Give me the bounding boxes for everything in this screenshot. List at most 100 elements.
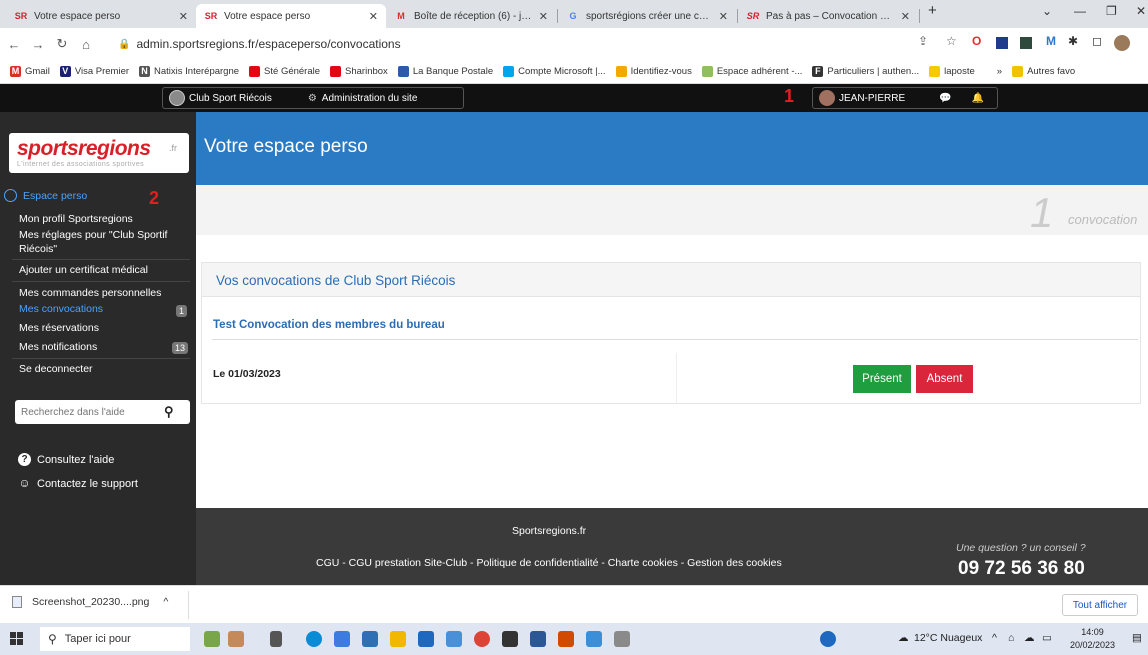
sidebar-item-deconnexion[interactable]: Se deconnecter [19,363,93,375]
bookmark-item[interactable]: Compte Microsoft |... [503,66,606,77]
extensions-puzzle-icon[interactable]: ✱ [1068,34,1078,48]
notification-center-icon[interactable]: ▤ [1132,632,1142,644]
sidebar-item-commandes[interactable]: Mes commandes personnelles [19,287,161,299]
help-link[interactable]: ? Consultez l'aide [18,453,114,466]
mail-icon[interactable] [418,631,434,647]
browser-tab[interactable]: M Boîte de réception (6) - jpzannin ✕ [386,4,556,28]
taskbar-clock[interactable]: 14:09 20/02/2023 [1070,626,1115,652]
share-icon[interactable]: ⇪ [918,34,928,48]
sportsregions-logo[interactable]: sportsregions .fr L'internet des associa… [9,133,189,173]
side-panel-icon[interactable]: ◻ [1092,34,1102,48]
browser-tab[interactable]: G sportsrégions créer une convocat ✕ [558,4,736,28]
bookmark-item[interactable]: La Banque Postale [397,66,493,77]
browser-tab[interactable]: SR Votre espace perso ✕ [6,4,196,28]
bookmark-item[interactable]: Sté Générale [249,66,320,77]
back-icon[interactable]: ← [4,37,24,52]
profile-avatar-icon[interactable] [1114,35,1130,51]
task-view-icon[interactable] [270,631,282,647]
app-icon[interactable] [614,631,630,647]
tray-chevron-up-icon[interactable]: ^ [992,632,997,644]
app-icon[interactable] [530,631,546,647]
photos-icon[interactable] [586,631,602,647]
home-icon[interactable]: ⌂ [76,37,96,52]
help-search-input[interactable] [15,406,160,418]
app-icon[interactable] [334,631,350,647]
minimize-icon[interactable]: — [1074,4,1086,18]
convocation-title[interactable]: Test Convocation des membres du bureau [213,319,445,331]
extension-icon[interactable] [1020,37,1032,49]
sidebar-item-profil[interactable]: Mon profil Sportsregions [19,213,133,225]
site-admin-link[interactable]: ⚙ Administration du site [302,93,418,104]
windows-start-icon[interactable] [10,632,24,646]
sidebar-item-certificat[interactable]: Ajouter un certificat médical [19,264,148,276]
present-button[interactable]: Présent [853,365,911,393]
bookmark-item[interactable]: Sharinbox [330,66,388,77]
network-icon[interactable]: ⌂ [1008,632,1014,644]
weather-text[interactable]: 12°C Nuageux [914,632,982,644]
other-bookmarks-folder[interactable]: Autres favo [1012,66,1075,77]
footer-brand[interactable]: Sportsregions.fr [512,525,586,537]
app-icon[interactable] [228,631,244,647]
sidebar-item-reservations[interactable]: Mes réservations [19,322,99,334]
bookmarks-overflow-button[interactable]: » [997,66,1002,77]
url-bar[interactable]: 🔒 admin.sportsregions.fr/espaceperso/con… [110,32,900,56]
file-explorer-icon[interactable] [390,631,406,647]
chrome-icon[interactable] [474,631,490,647]
calculator-icon[interactable] [362,631,378,647]
browser-tab[interactable]: SR Pas à pas – Convocation à un év ✕ [738,4,918,28]
footer-links[interactable]: CGU - CGU prestation Site-Club - Politiq… [316,557,782,569]
show-all-downloads-button[interactable]: Tout afficher [1062,594,1138,616]
battery-icon[interactable]: ▭ [1042,632,1052,644]
terminal-icon[interactable] [502,631,518,647]
site-logo-area: sportsregions .fr L'internet des associa… [0,112,196,185]
chat-icon[interactable]: 💬 [939,93,951,104]
app-icon[interactable] [204,631,220,647]
sidebar-item-reglages-cont[interactable]: Riécois" [19,243,57,255]
browser-tab-active[interactable]: SR Votre espace perso ✕ [196,4,386,28]
edge-icon[interactable] [306,631,322,647]
user-menu[interactable]: JEAN-PIERRE 💬 🔔 [812,87,998,109]
help-search: ⚲ [15,400,190,424]
bookmark-item[interactable]: Identifiez-vous [615,66,692,77]
notification-lock-icon[interactable]: 🔔 [972,93,984,104]
close-tab-icon[interactable]: ✕ [179,10,188,23]
sidebar-item-notifications[interactable]: Mes notifications [19,341,97,353]
absent-button[interactable]: Absent [916,365,973,393]
forward-icon[interactable]: → [28,37,48,52]
cloud-icon[interactable]: ☁ [1024,632,1035,644]
support-link[interactable]: ☺ Contactez le support [18,477,138,490]
taskbar-search[interactable]: ⚲ Taper ici pour [40,627,190,651]
user-circle-icon [4,189,17,202]
extension-icon[interactable] [996,37,1008,49]
close-tab-icon[interactable]: ✕ [719,10,728,23]
opera-extension-icon[interactable]: O [972,34,981,48]
bookmark-item[interactable]: N Natixis Interépargne [139,66,239,77]
bookmark-star-icon[interactable]: ☆ [946,34,957,48]
close-tab-icon[interactable]: ✕ [901,10,910,23]
download-item[interactable]: Screenshot_20230....png ^ [12,596,168,608]
close-tab-icon[interactable]: ✕ [369,10,378,23]
search-icon[interactable]: ⚲ [164,404,174,420]
powerpoint-icon[interactable] [558,631,574,647]
close-tab-icon[interactable]: ✕ [539,10,548,23]
sidebar-head-espace-perso[interactable]: Espace perso [4,189,87,202]
new-tab-button[interactable]: + [928,2,937,19]
bookmark-item[interactable]: V Visa Premier [59,66,129,77]
tab-search-icon[interactable]: ⌄ [1042,4,1052,18]
club-switcher[interactable]: Club Sport Riécois [163,90,272,106]
reload-icon[interactable]: ↻ [52,36,72,52]
support-phone[interactable]: 09 72 56 36 80 [958,558,1085,580]
bookmark-item[interactable]: laposte [929,66,975,77]
close-window-icon[interactable]: ✕ [1136,4,1146,18]
sidebar-item-convocations[interactable]: Mes convocations [19,303,103,315]
bookmark-item[interactable]: Espace adhérent -... [701,66,802,77]
convocation-count-label: convocation [1068,212,1138,227]
bookmark-item[interactable]: F Particuliers | authen... [812,66,919,77]
sidebar-item-reglages[interactable]: Mes réglages pour "Club Sportif [19,229,167,241]
app-icon[interactable] [446,631,462,647]
chevron-up-icon[interactable]: ^ [163,596,168,608]
bookmark-item[interactable]: M Gmail [10,66,50,77]
help-icon[interactable] [820,631,836,647]
maximize-icon[interactable]: ❐ [1106,4,1117,18]
extension-icon[interactable]: M [1046,34,1056,48]
